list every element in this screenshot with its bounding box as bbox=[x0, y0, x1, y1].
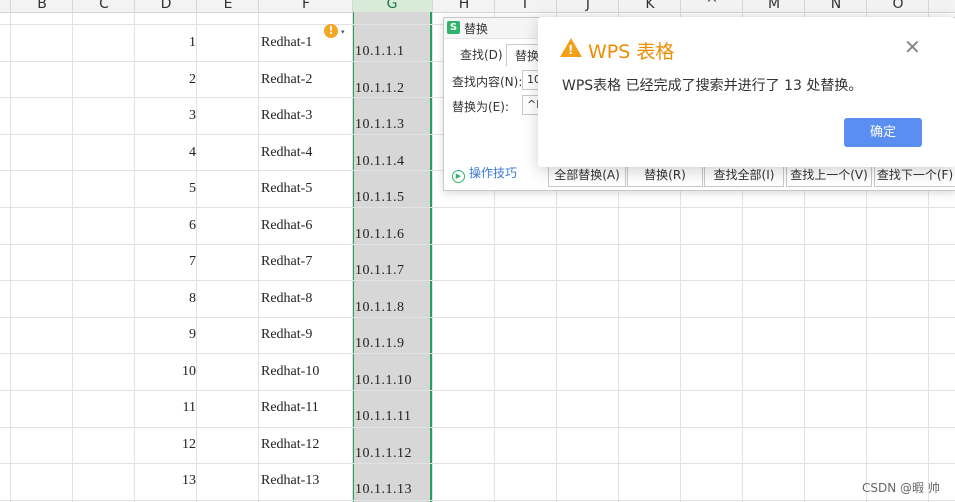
col-header-o[interactable]: O bbox=[888, 0, 908, 12]
alert-message: WPS表格 已经完成了搜索并进行了 13 处替换。 bbox=[562, 78, 863, 94]
cell-f4[interactable]: Redhat-4 bbox=[261, 145, 312, 161]
grid-vline bbox=[352, 12, 353, 502]
grid-hline bbox=[0, 317, 955, 318]
cell-f3[interactable]: Redhat-3 bbox=[261, 108, 312, 124]
cell-g2[interactable]: 10.1.1.2 bbox=[355, 81, 405, 97]
watermark: CSDN @暇 帅 bbox=[862, 481, 940, 495]
grid-hline bbox=[0, 244, 955, 245]
cell-f9[interactable]: Redhat-9 bbox=[261, 327, 312, 343]
cell-d10[interactable]: 10 bbox=[136, 364, 196, 380]
find-label: 查找内容(N): bbox=[452, 75, 523, 89]
cell-g6[interactable]: 10.1.1.6 bbox=[355, 227, 405, 243]
cell-g8[interactable]: 10.1.1.8 bbox=[355, 300, 405, 316]
col-header-c[interactable]: C bbox=[94, 0, 114, 12]
col-header-b[interactable]: B bbox=[32, 0, 52, 12]
grid-hline bbox=[0, 427, 955, 428]
cell-d5[interactable]: 5 bbox=[136, 181, 196, 197]
cell-g11[interactable]: 10.1.1.11 bbox=[355, 409, 411, 425]
cell-d3[interactable]: 3 bbox=[136, 108, 196, 124]
dropdown-arrow-icon[interactable]: ▾ bbox=[341, 28, 345, 36]
col-header-l[interactable]: ^ bbox=[702, 0, 722, 12]
grid-vline bbox=[196, 12, 197, 502]
cell-g13[interactable]: 10.1.1.13 bbox=[355, 482, 412, 498]
grid-hline bbox=[0, 390, 955, 391]
cell-d2[interactable]: 2 bbox=[136, 72, 196, 88]
grid-vline bbox=[432, 12, 433, 502]
cell-g10[interactable]: 10.1.1.10 bbox=[355, 373, 412, 389]
cell-g3[interactable]: 10.1.1.3 bbox=[355, 117, 405, 133]
col-header-j[interactable]: J bbox=[578, 0, 598, 12]
cell-d1[interactable]: 1 bbox=[136, 35, 196, 51]
cell-d12[interactable]: 12 bbox=[136, 437, 196, 453]
cell-d4[interactable]: 4 bbox=[136, 145, 196, 161]
replace-label: 替换为(E): bbox=[452, 100, 509, 114]
replace-dialog-title: 替换 bbox=[464, 22, 489, 36]
col-header-g[interactable]: G bbox=[382, 0, 402, 12]
cell-f10[interactable]: Redhat-10 bbox=[261, 364, 319, 380]
col-header-f[interactable]: F bbox=[296, 0, 316, 12]
cell-d6[interactable]: 6 bbox=[136, 218, 196, 234]
col-header-i[interactable]: I bbox=[515, 0, 535, 12]
grid-vline bbox=[258, 12, 259, 502]
col-header-m[interactable]: M bbox=[764, 0, 784, 12]
error-check-icon[interactable]: ! bbox=[324, 24, 338, 38]
cell-f6[interactable]: Redhat-6 bbox=[261, 218, 312, 234]
tips-link[interactable]: ▶ 操作技巧 bbox=[452, 164, 517, 183]
close-icon[interactable]: ✕ bbox=[904, 35, 921, 59]
cell-d9[interactable]: 9 bbox=[136, 327, 196, 343]
col-header-n[interactable]: N bbox=[826, 0, 846, 12]
grid-hline bbox=[0, 353, 955, 354]
cell-g4[interactable]: 10.1.1.4 bbox=[355, 154, 405, 170]
grid-hline bbox=[0, 207, 955, 208]
col-header-h[interactable]: H bbox=[454, 0, 474, 12]
cell-f5[interactable]: Redhat-5 bbox=[261, 181, 312, 197]
col-header-e[interactable]: E bbox=[218, 0, 238, 12]
cell-f12[interactable]: Redhat-12 bbox=[261, 437, 319, 453]
play-icon: ▶ bbox=[452, 170, 465, 183]
cell-g5[interactable]: 10.1.1.5 bbox=[355, 190, 405, 206]
column-header-bar: B C D E F G H I J K ^ M N O bbox=[0, 0, 955, 14]
grid-hline bbox=[0, 463, 955, 464]
col-header-d[interactable]: D bbox=[156, 0, 176, 12]
col-header-k[interactable]: K bbox=[640, 0, 660, 12]
warning-icon: ! bbox=[560, 38, 582, 57]
cell-d7[interactable]: 7 bbox=[136, 254, 196, 270]
ok-button[interactable]: 确定 bbox=[844, 118, 922, 147]
cell-f1[interactable]: Redhat-1 bbox=[261, 35, 312, 51]
grid-hline bbox=[0, 280, 955, 281]
tab-find[interactable]: 查找(D) bbox=[452, 44, 511, 65]
alert-title: WPS 表格 bbox=[588, 41, 675, 63]
cell-f2[interactable]: Redhat-2 bbox=[261, 72, 312, 88]
completion-alert: ! WPS 表格 ✕ WPS表格 已经完成了搜索并进行了 13 处替换。 确定 bbox=[538, 17, 955, 167]
grid-hline bbox=[0, 500, 955, 501]
cell-f11[interactable]: Redhat-11 bbox=[261, 400, 319, 416]
grid-vline bbox=[10, 12, 11, 502]
cell-d13[interactable]: 13 bbox=[136, 473, 196, 489]
cell-f7[interactable]: Redhat-7 bbox=[261, 254, 312, 270]
wps-sheet-icon: S bbox=[447, 21, 460, 34]
cell-g7[interactable]: 10.1.1.7 bbox=[355, 263, 405, 279]
cell-d11[interactable]: 11 bbox=[136, 400, 196, 416]
tips-label: 操作技巧 bbox=[469, 166, 518, 180]
grid-vline bbox=[72, 12, 73, 502]
cell-f13[interactable]: Redhat-13 bbox=[261, 473, 319, 489]
cell-g9[interactable]: 10.1.1.9 bbox=[355, 336, 405, 352]
cell-d8[interactable]: 8 bbox=[136, 291, 196, 307]
cell-g1[interactable]: 10.1.1.1 bbox=[355, 44, 405, 60]
cell-f8[interactable]: Redhat-8 bbox=[261, 291, 312, 307]
grid-vline bbox=[134, 12, 135, 502]
cell-g12[interactable]: 10.1.1.12 bbox=[355, 446, 412, 462]
